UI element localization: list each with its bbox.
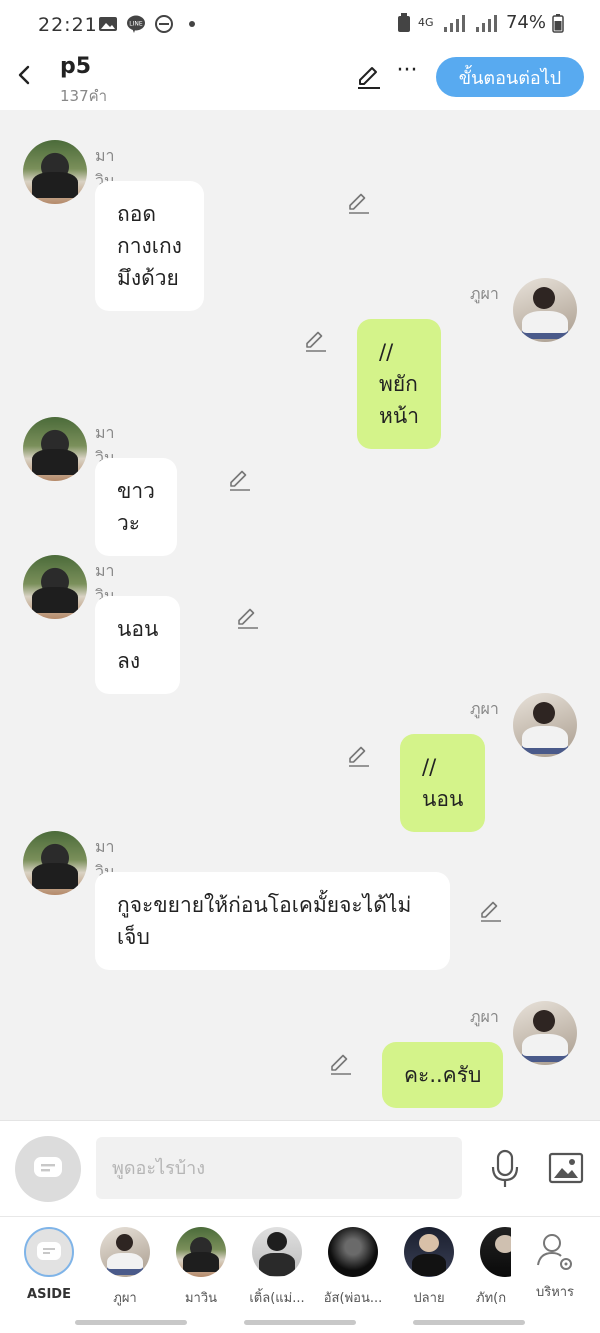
dot-icon	[189, 21, 195, 27]
avatar[interactable]	[513, 278, 577, 342]
message-bubble[interactable]: นอนลง	[95, 596, 181, 694]
sender-name: ภูผา	[470, 284, 499, 303]
svg-text:LINE: LINE	[129, 21, 143, 28]
avatar	[404, 1227, 454, 1277]
person-gear-icon	[537, 1234, 572, 1270]
character-phat[interactable]: ภัท(ก	[473, 1227, 511, 1308]
character-tle[interactable]: เติ้ล(แม่...	[245, 1227, 309, 1308]
do-not-disturb-icon	[155, 15, 173, 33]
message-input[interactable]	[96, 1137, 462, 1199]
next-step-button[interactable]: ขั้นตอนต่อไป	[436, 57, 584, 97]
status-bar: 22:21 LINE 4G 74%	[0, 0, 600, 48]
avatar	[176, 1227, 226, 1277]
character-label: ภูผา	[113, 1291, 137, 1306]
manage-characters-button[interactable]: บริหาร	[523, 1227, 587, 1302]
word-count: 137คำ	[60, 87, 108, 105]
character-marin[interactable]: มาวิน	[169, 1227, 233, 1308]
page-title: p5	[60, 54, 92, 79]
image-icon[interactable]	[548, 1151, 584, 1185]
message-bubble[interactable]: //นอน	[400, 734, 486, 832]
line-app-icon: LINE	[127, 15, 145, 33]
battery-icon	[552, 13, 564, 33]
nav-back[interactable]	[413, 1320, 525, 1325]
character-label: มาวิน	[184, 1291, 218, 1306]
character-phupha[interactable]: ภูผา	[93, 1227, 157, 1308]
battery-percent: 74%	[505, 12, 546, 33]
pencil-icon[interactable]	[227, 467, 253, 493]
pencil-icon[interactable]	[235, 605, 261, 631]
chat-area[interactable]: มาวิน ถอดกางเกงมึงด้วย ภูผา //พยักหน้า ม…	[0, 110, 600, 1120]
avatar[interactable]	[513, 693, 577, 757]
nav-home[interactable]	[244, 1320, 356, 1325]
chat-bubble-glyph	[34, 1157, 62, 1177]
chat-bubble-icon	[37, 1242, 61, 1260]
aside-avatar	[24, 1227, 74, 1277]
pencil-icon[interactable]	[328, 1051, 354, 1077]
signal-icon	[443, 14, 465, 32]
system-nav-bar	[0, 1314, 600, 1333]
character-aside[interactable]: ASIDE	[17, 1227, 81, 1302]
avatar[interactable]	[513, 1001, 577, 1065]
chat-bubble-icon[interactable]	[15, 1136, 81, 1202]
avatar[interactable]	[23, 555, 87, 619]
microphone-icon[interactable]	[488, 1149, 522, 1189]
character-label: บริหาร	[535, 1285, 575, 1300]
message-bubble[interactable]: กูจะขยายให้ก่อนโอเคมั้ยจะได้ไม่เจ็บ	[95, 872, 450, 970]
avatar[interactable]	[23, 140, 87, 204]
pencil-icon[interactable]	[346, 190, 372, 216]
avatar	[328, 1227, 378, 1277]
pencil-icon[interactable]	[346, 743, 372, 769]
notification-icons: LINE	[98, 14, 202, 34]
sender-name: ภูผา	[470, 1007, 499, 1026]
avatar	[100, 1227, 150, 1277]
character-label: เติ้ล(แม่...	[249, 1291, 305, 1306]
chat-header: p5 137คำ ··· ขั้นตอนต่อไป	[0, 48, 600, 110]
signal-icon-2	[475, 14, 497, 32]
pencil-icon[interactable]	[303, 328, 329, 354]
character-bar: ASIDE ภูผา มาวิน เติ้ล(แม่... อัส(พ่อน..…	[0, 1216, 600, 1314]
character-label: อัส(พ่อน...	[323, 1291, 383, 1306]
battery-saver-icon	[397, 12, 410, 32]
avatar[interactable]	[23, 417, 87, 481]
sender-name: ภูผา	[470, 699, 499, 718]
pencil-icon[interactable]	[478, 898, 504, 924]
message-composer	[0, 1120, 600, 1216]
character-label: ภัท(ก	[476, 1291, 507, 1306]
avatar	[252, 1227, 302, 1277]
back-arrow-icon[interactable]	[10, 60, 40, 90]
gallery-icon	[99, 17, 117, 31]
avatar	[480, 1227, 511, 1277]
network-type: 4G	[417, 15, 434, 29]
character-label: ปลาย	[413, 1291, 445, 1306]
character-label: ASIDE	[27, 1287, 71, 1302]
character-as[interactable]: อัส(พ่อน...	[321, 1227, 385, 1308]
message-bubble[interactable]: ขาววะ	[95, 458, 177, 556]
avatar[interactable]	[23, 831, 87, 895]
character-plai[interactable]: ปลาย	[397, 1227, 461, 1308]
message-bubble[interactable]: คะ..ครับ	[382, 1042, 504, 1108]
status-right: 4G 74%	[396, 12, 564, 33]
status-time: 22:21	[38, 14, 98, 36]
message-bubble[interactable]: ถอดกางเกงมึงด้วย	[95, 181, 204, 311]
more-icon[interactable]: ···	[393, 60, 421, 88]
nav-recents[interactable]	[75, 1320, 187, 1325]
pencil-icon[interactable]	[355, 63, 383, 91]
message-bubble[interactable]: //พยักหน้า	[357, 319, 441, 449]
